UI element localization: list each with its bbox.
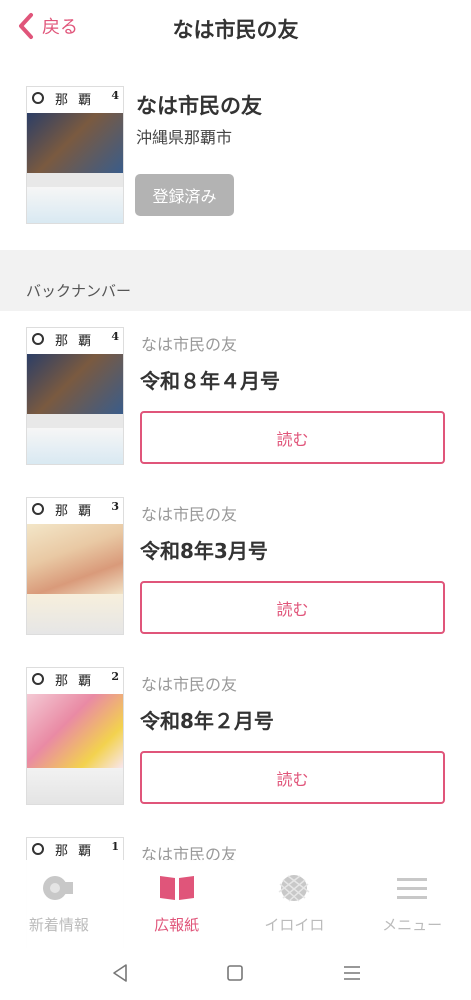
- city-logo-icon: [32, 673, 44, 685]
- cover-title: 那 覇: [55, 334, 95, 349]
- magazine-cover[interactable]: 那 覇 3: [26, 497, 124, 635]
- tab-news[interactable]: 新着情報: [0, 860, 118, 948]
- city-logo-icon: [32, 843, 44, 855]
- issue-title: 令和8年3月号: [140, 539, 268, 563]
- cover-photo: [27, 694, 123, 768]
- read-button[interactable]: 読む: [140, 581, 445, 634]
- cover-band: [27, 173, 123, 187]
- cover-title: 那 覇: [55, 844, 95, 859]
- issue-title: 令和8年２月号: [140, 709, 274, 733]
- magazine-cover[interactable]: 那 覇 4: [26, 327, 124, 465]
- cover-title: 那 覇: [55, 93, 95, 108]
- ball-icon: [278, 875, 310, 902]
- city-logo-icon: [32, 333, 44, 345]
- app-screen: 戻る なは市民の友 那 覇 4 なは市民の友 沖縄県那覇市 登録済み バックナン…: [0, 0, 471, 1000]
- cover-footer: [27, 428, 123, 464]
- city-logo-icon: [32, 503, 44, 515]
- nav-back-icon[interactable]: [107, 960, 133, 986]
- registered-button[interactable]: 登録済み: [135, 174, 234, 216]
- header: 戻る なは市民の友: [0, 0, 471, 58]
- cover-number: 2: [111, 670, 119, 683]
- subscription-panel: 那 覇 4 なは市民の友 沖縄県那覇市 登録済み: [0, 58, 471, 250]
- cover-band: [27, 414, 123, 428]
- system-nav-bar: [0, 948, 471, 1000]
- open-book-icon: [159, 876, 194, 900]
- hamburger-icon: [397, 878, 428, 899]
- issue-title: 令和８年４月号: [140, 369, 280, 393]
- tab-menu[interactable]: メニュー: [353, 860, 471, 948]
- cover-footer: [27, 594, 123, 634]
- tab-misc[interactable]: イロイロ: [236, 860, 354, 948]
- backnumber-section-header: バックナンバー: [0, 250, 471, 311]
- publication-name: なは市民の友: [136, 94, 262, 118]
- magazine-cover-current[interactable]: 那 覇 4: [26, 86, 124, 224]
- page-title: なは市民の友: [172, 18, 299, 42]
- tab-bar: 新着情報 広報紙 イロイロ メニュー: [0, 860, 471, 948]
- city-logo-icon: [32, 92, 44, 104]
- tab-label: イロイロ: [264, 916, 325, 934]
- cover-photo: [27, 354, 123, 414]
- tab-label: 広報紙: [154, 916, 200, 934]
- publication-city: 沖縄県那覇市: [136, 128, 233, 147]
- speaker-icon: [42, 876, 73, 900]
- cover-footer: [27, 187, 123, 223]
- tab-newsletter[interactable]: 広報紙: [118, 860, 236, 948]
- list-item: 那 覇 2 なは市民の友 令和8年２月号 読む: [0, 651, 471, 821]
- list-item: 那 覇 3 なは市民の友 令和8年3月号 読む: [0, 481, 471, 651]
- cover-photo: [27, 524, 123, 594]
- read-button[interactable]: 読む: [140, 411, 445, 464]
- cover-number: 1: [111, 840, 119, 853]
- cover-number: 4: [111, 89, 119, 102]
- tab-label: メニュー: [382, 916, 443, 934]
- list-item: 那 覇 4 なは市民の友 令和８年４月号 読む: [0, 311, 471, 481]
- read-button[interactable]: 読む: [140, 751, 445, 804]
- publisher-label: なは市民の友: [141, 335, 238, 354]
- nav-recents-icon[interactable]: [339, 960, 365, 986]
- cover-number: 4: [111, 330, 119, 343]
- tab-label: 新着情報: [28, 916, 89, 934]
- publisher-label: なは市民の友: [141, 505, 238, 524]
- section-label: バックナンバー: [26, 282, 132, 300]
- magazine-cover[interactable]: 那 覇 2: [26, 667, 124, 805]
- cover-footer: [27, 768, 123, 804]
- cover-title: 那 覇: [55, 674, 95, 689]
- cover-photo: [27, 113, 123, 173]
- publisher-label: なは市民の友: [141, 675, 238, 694]
- cover-title: 那 覇: [55, 504, 95, 519]
- cover-number: 3: [111, 500, 119, 513]
- nav-home-icon[interactable]: [222, 960, 248, 986]
